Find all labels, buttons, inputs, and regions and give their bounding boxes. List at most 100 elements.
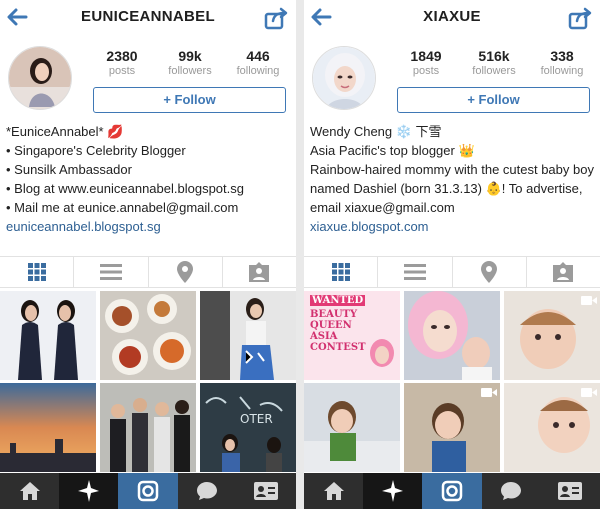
bottom-nav [0,473,296,509]
nav-activity[interactable] [482,473,541,509]
profile-icon [558,482,583,500]
stat-value: 99k [178,48,202,64]
stat-label: following [540,65,584,77]
home-icon [323,482,344,500]
home-icon [19,482,40,500]
stat-value: 1849 [410,48,442,64]
photo-thumbnail[interactable] [404,291,500,380]
profile-bio: *EuniceAnnabel* 💋 • Singapore's Celebrit… [0,116,296,236]
nav-activity[interactable] [178,473,237,509]
video-icon [581,296,597,305]
avatar[interactable] [312,46,376,110]
stat-followers[interactable]: 516k followers [464,48,524,77]
bio-line: Wendy Cheng ❄️ 下雪 [310,124,442,139]
profile-header: 1849 posts 516k followers 338 following + F… [304,36,600,116]
panel-divider [296,0,304,509]
tab-grid[interactable] [304,257,379,287]
follow-button[interactable]: + Follow [93,87,286,113]
stat-label: following [236,65,280,77]
svg-text:OTER: OTER [240,412,273,426]
nav-home[interactable] [0,473,59,509]
photo-thumbnail[interactable] [404,383,500,472]
top-bar: XIAXUE [304,0,600,36]
bio-line: Asia Pacific's top blogger 👑 [310,143,475,158]
nav-home[interactable] [304,473,363,509]
profile-panel-xiaxue: XIAXUE 1849 posts 516k followers 338 follow… [304,0,600,509]
camera-icon [137,480,159,502]
avatar[interactable] [8,46,72,110]
top-bar: EUNICEANNABEL [0,0,296,36]
explore-icon [77,480,99,502]
profile-username: EUNICEANNABEL [81,8,215,25]
tab-tagged[interactable] [527,257,600,287]
stat-value: 2380 [106,48,138,64]
profile-username: XIAXUE [423,8,481,25]
list-icon [403,264,426,280]
stat-label: followers [168,65,212,77]
photo-thumbnail[interactable]: OTER [200,383,296,472]
nav-camera[interactable] [422,473,482,509]
bottom-nav [304,473,600,509]
grid-icon [331,263,350,281]
bio-line: • Blog at www.euniceannabel.blogspot.sg [6,181,244,196]
back-arrow-icon[interactable] [308,4,334,30]
tab-list[interactable] [74,257,149,287]
photo-thumbnail[interactable] [100,291,196,380]
share-icon[interactable] [568,6,594,30]
profile-website-link[interactable]: xiaxue.blogspot.com [310,217,594,236]
camera-icon [441,480,463,502]
stat-label: posts [412,65,440,77]
photo-thumbnail[interactable]: WANTED BEAUTY QUEEN ASIA CONTEST [304,291,400,380]
stat-posts[interactable]: 2380 posts [92,48,152,77]
grid-icon [27,263,46,281]
activity-icon [197,482,218,500]
nav-explore[interactable] [363,473,423,509]
stat-following[interactable]: 338 following [532,48,592,77]
nav-profile[interactable] [237,473,296,509]
photo-thumbnail[interactable] [0,383,96,472]
stat-followers[interactable]: 99k followers [160,48,220,77]
profile-website-link[interactable]: euniceannabel.blogspot.sg [6,217,290,236]
profile-view-tabs [0,256,296,288]
profile-stats: 1849 posts 516k followers 338 following [396,48,592,77]
profile-icon [254,482,279,500]
profile-bio: Wendy Cheng ❄️ 下雪 Asia Pacific's top blo… [304,116,600,236]
nav-profile[interactable] [541,473,600,509]
photo-thumbnail[interactable] [0,291,96,380]
photo-thumbnail[interactable] [200,291,296,380]
tab-location[interactable] [453,257,527,287]
tab-location[interactable] [149,257,223,287]
follow-button[interactable]: + Follow [397,87,590,113]
photo-thumbnail[interactable] [304,383,400,472]
tab-grid[interactable] [0,257,75,287]
stat-label: followers [472,65,516,77]
photo-grid: WANTED BEAUTY QUEEN ASIA CONTEST [304,291,600,473]
photo-thumbnail[interactable] [504,383,600,472]
poster-text: WANTED BEAUTY QUEEN ASIA CONTEST [310,295,370,353]
profile-header: 2380 posts 99k followers 446 following + Fo… [0,36,296,116]
stat-value: 338 [550,48,574,64]
photo-thumbnail[interactable] [504,291,600,380]
nav-explore[interactable] [59,473,119,509]
stat-following[interactable]: 446 following [228,48,288,77]
share-icon[interactable] [264,6,290,30]
bio-line: • Singapore's Celebrity Blogger [6,143,186,158]
video-icon [581,388,597,397]
profile-stats: 2380 posts 99k followers 446 following [92,48,288,77]
photo-grid: OTER [0,291,296,473]
bio-line: *EuniceAnnabel* 💋 [6,124,124,139]
tagged-photos-icon [249,262,270,282]
photo-thumbnail[interactable] [100,383,196,472]
tab-list[interactable] [378,257,453,287]
explore-icon [381,480,403,502]
location-pin-icon [177,261,194,283]
location-pin-icon [481,261,498,283]
bio-line: Rainbow-haired mommy with the cutest bab… [310,162,594,215]
back-arrow-icon[interactable] [4,4,30,30]
stat-posts[interactable]: 1849 posts [396,48,456,77]
nav-camera[interactable] [118,473,178,509]
tagged-photos-icon [553,262,574,282]
tab-tagged[interactable] [223,257,296,287]
stat-value: 516k [478,48,510,64]
video-icon [481,388,497,397]
